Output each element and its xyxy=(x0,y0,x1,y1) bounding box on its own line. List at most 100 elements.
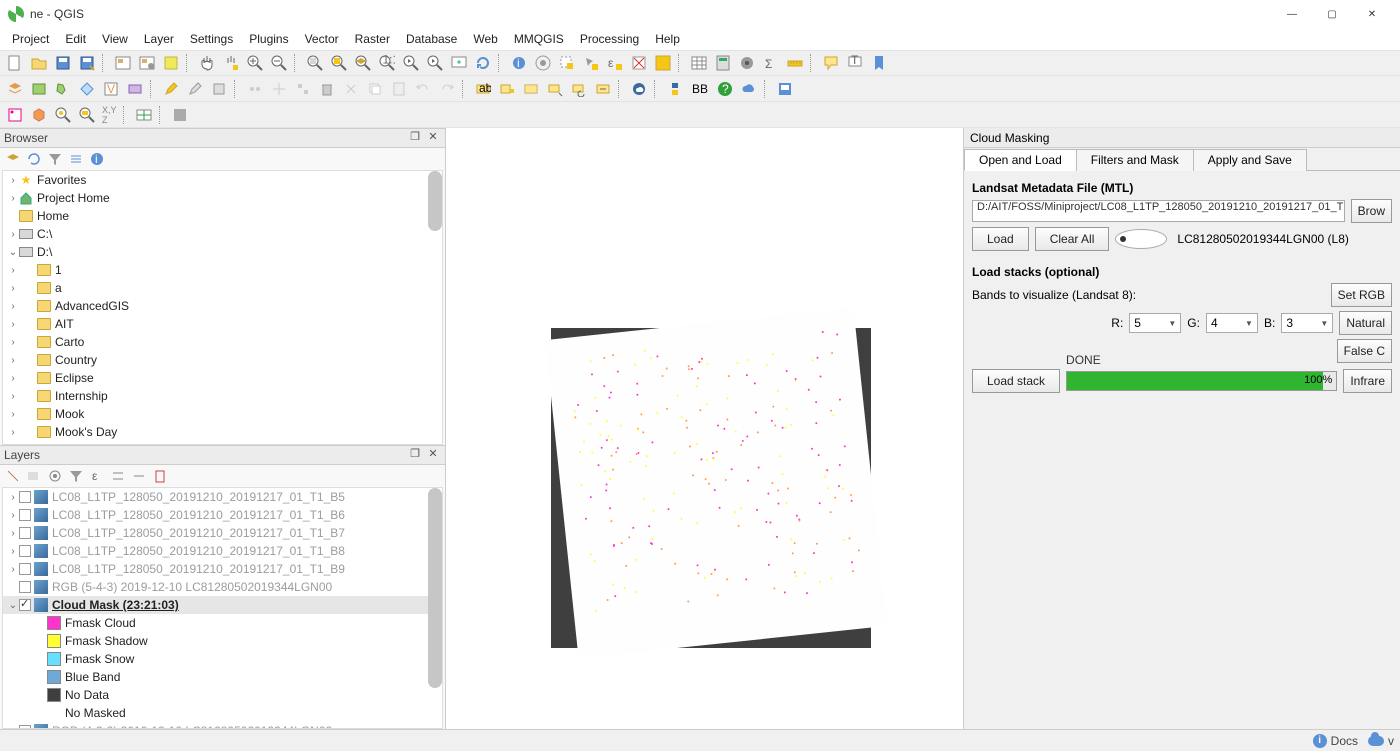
annotation-icon[interactable]: T xyxy=(844,52,866,74)
maptips-icon[interactable] xyxy=(820,52,842,74)
deselect-icon[interactable] xyxy=(628,52,650,74)
browser-item[interactable]: ›Carto xyxy=(3,333,442,351)
add-layer-icon[interactable] xyxy=(4,150,22,168)
menu-edit[interactable]: Edit xyxy=(57,29,94,49)
cloud-icon[interactable] xyxy=(738,78,760,100)
layers-float-icon[interactable]: ❐ xyxy=(407,447,423,463)
data-source-manager-icon[interactable] xyxy=(4,78,26,100)
label-change-icon[interactable] xyxy=(592,78,614,100)
plugin-help-icon[interactable]: ? xyxy=(714,78,736,100)
browser-close-icon[interactable]: ✕ xyxy=(425,130,441,146)
tab-filters-and-mask[interactable]: Filters and Mask xyxy=(1076,149,1194,171)
cut-icon[interactable] xyxy=(340,78,362,100)
new-spatialite-icon[interactable] xyxy=(76,78,98,100)
menu-web[interactable]: Web xyxy=(465,29,505,49)
browser-item[interactable]: ›a xyxy=(3,279,442,297)
layer-item[interactable]: RGB (4-3-2) 2019-12-10 LC81280502019344L… xyxy=(3,722,442,729)
browser-tree[interactable]: ›★Favorites›Project HomeHome›C:\⌄D:\›1›a… xyxy=(2,170,443,445)
legend-item[interactable]: No Masked xyxy=(3,704,442,722)
layer-visibility-checkbox[interactable] xyxy=(19,563,31,575)
refresh-icon[interactable] xyxy=(472,52,494,74)
new-project-icon[interactable] xyxy=(4,52,26,74)
browser-item[interactable]: ›Eclipse xyxy=(3,369,442,387)
filter-browser-icon[interactable] xyxy=(46,150,64,168)
zoom-pt-icon[interactable] xyxy=(52,104,74,126)
zoom-next-icon[interactable] xyxy=(424,52,446,74)
zoom-last-icon[interactable] xyxy=(400,52,422,74)
status-docs[interactable]: i Docs xyxy=(1313,734,1358,748)
node-tool-icon[interactable] xyxy=(292,78,314,100)
set-rgb-button[interactable]: Set RGB xyxy=(1331,283,1392,307)
label-rotate-icon[interactable] xyxy=(568,78,590,100)
new-layout-icon[interactable] xyxy=(112,52,134,74)
field-calc-icon[interactable] xyxy=(712,52,734,74)
toolbox-icon[interactable] xyxy=(736,52,758,74)
zoom-selection-icon[interactable] xyxy=(328,52,350,74)
map-canvas[interactable] xyxy=(446,128,964,729)
browser-item[interactable]: ›Internship xyxy=(3,387,442,405)
new-virtual-layer-icon[interactable]: V xyxy=(100,78,122,100)
scrollbar-thumb[interactable] xyxy=(428,488,442,688)
minimize-button[interactable]: — xyxy=(1272,9,1312,20)
zoom-out-icon[interactable] xyxy=(268,52,290,74)
python-console-icon[interactable] xyxy=(664,78,686,100)
layer-add-group-icon[interactable] xyxy=(25,467,43,485)
layer-item[interactable]: ›LC08_L1TP_128050_20191210_20191217_01_T… xyxy=(3,542,442,560)
refresh-browser-icon[interactable] xyxy=(25,150,43,168)
select-icon[interactable] xyxy=(556,52,578,74)
infrared-button[interactable]: Infrare xyxy=(1343,369,1392,393)
layer-item[interactable]: RGB (5-4-3) 2019-12-10 LC81280502019344L… xyxy=(3,578,442,596)
false-color-button[interactable]: False C xyxy=(1337,339,1392,363)
bb-text-icon[interactable]: BB xyxy=(688,78,712,100)
select-form-icon[interactable] xyxy=(580,52,602,74)
scrollbar-thumb[interactable] xyxy=(428,171,442,231)
layers-tree[interactable]: ›LC08_L1TP_128050_20191210_20191217_01_T… xyxy=(2,487,443,729)
save-all-edits-icon[interactable] xyxy=(208,78,230,100)
layer-visibility-icon[interactable] xyxy=(46,467,64,485)
sensor-radio[interactable] xyxy=(1115,229,1167,249)
menu-database[interactable]: Database xyxy=(398,29,465,49)
browser-item[interactable]: ›1 xyxy=(3,261,442,279)
g-select[interactable]: 4▼ xyxy=(1206,313,1258,333)
browse-button[interactable]: Brow xyxy=(1351,199,1392,223)
menu-raster[interactable]: Raster xyxy=(347,29,398,49)
measure-icon[interactable] xyxy=(784,52,806,74)
load-button[interactable]: Load xyxy=(972,227,1029,251)
gray-plugin-icon[interactable] xyxy=(169,104,191,126)
layer-item[interactable]: ›LC08_L1TP_128050_20191210_20191217_01_T… xyxy=(3,488,442,506)
menu-plugins[interactable]: Plugins xyxy=(241,29,296,49)
open-project-icon[interactable] xyxy=(28,52,50,74)
new-memory-layer-icon[interactable] xyxy=(124,78,146,100)
tab-apply-and-save[interactable]: Apply and Save xyxy=(1193,149,1307,171)
redo-icon[interactable] xyxy=(436,78,458,100)
label-toggle-icon[interactable]: abc xyxy=(472,78,494,100)
menu-settings[interactable]: Settings xyxy=(182,29,241,49)
layer-filter-icon[interactable] xyxy=(67,467,85,485)
new-shapefile-icon[interactable] xyxy=(52,78,74,100)
geocode-icon[interactable] xyxy=(133,104,155,126)
legend-item[interactable]: Fmask Snow xyxy=(3,650,442,668)
layer-visibility-checkbox[interactable] xyxy=(19,491,31,503)
pan-to-selection-icon[interactable] xyxy=(220,52,242,74)
browser-item[interactable]: ›Country xyxy=(3,351,442,369)
label-pin-icon[interactable] xyxy=(496,78,518,100)
identify-icon[interactable]: i xyxy=(508,52,530,74)
layer-visibility-checkbox[interactable] xyxy=(19,545,31,557)
browser-float-icon[interactable]: ❐ xyxy=(407,130,423,146)
zoom-layer-icon[interactable] xyxy=(352,52,374,74)
new-map-view-icon[interactable] xyxy=(448,52,470,74)
legend-item[interactable]: Blue Band xyxy=(3,668,442,686)
layer-visibility-checkbox[interactable] xyxy=(19,581,31,593)
save-as-icon[interactable] xyxy=(76,52,98,74)
save-edits-icon[interactable] xyxy=(184,78,206,100)
menu-processing[interactable]: Processing xyxy=(572,29,647,49)
layer-visibility-checkbox[interactable] xyxy=(19,527,31,539)
layer-item[interactable]: ›LC08_L1TP_128050_20191210_20191217_01_T… xyxy=(3,506,442,524)
select-expr-icon[interactable]: ε xyxy=(604,52,626,74)
layer-style-icon[interactable] xyxy=(4,467,22,485)
zoom-native-icon[interactable]: 1:1 xyxy=(376,52,398,74)
r-select[interactable]: 5▼ xyxy=(1129,313,1181,333)
layer-expand-icon[interactable] xyxy=(109,467,127,485)
vector-edit-icon[interactable] xyxy=(4,104,26,126)
add-polygon-icon[interactable] xyxy=(28,104,50,126)
